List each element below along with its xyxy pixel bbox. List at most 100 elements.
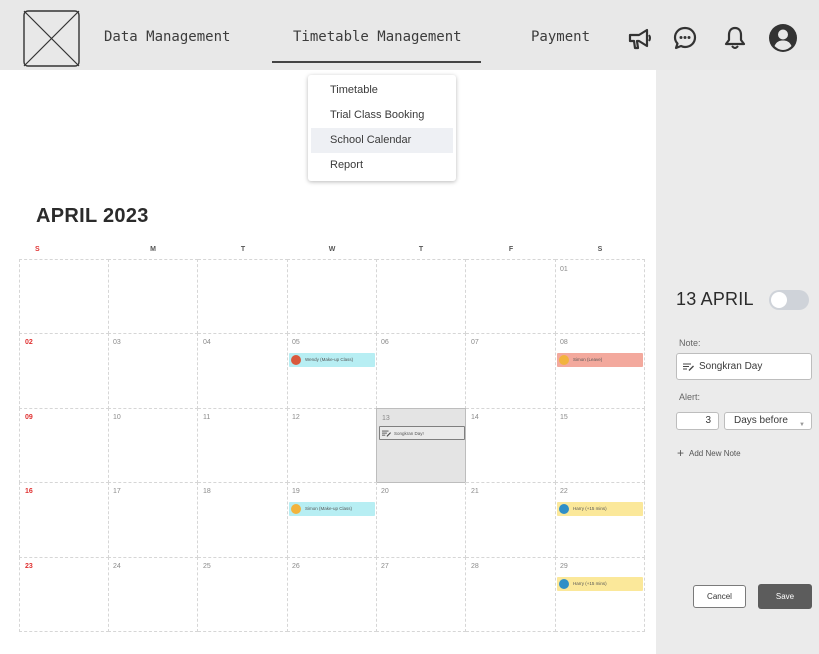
day-number: 23 <box>25 562 33 570</box>
weekday-label: T <box>418 246 424 253</box>
day-number: 28 <box>471 562 479 570</box>
save-button[interactable]: Save <box>758 584 812 609</box>
calendar-day-cell[interactable]: 19 Simon (Make-up Class) <box>287 482 377 558</box>
logo-placeholder-icon <box>23 10 80 67</box>
calendar-day-cell[interactable]: 26 <box>287 556 377 632</box>
weekday-label: T <box>240 246 246 253</box>
calendar-day-cell[interactable]: 04 <box>198 333 288 409</box>
day-number: 12 <box>292 413 300 421</box>
day-number: 25 <box>203 562 211 570</box>
calendar-empty-cell <box>287 259 377 335</box>
add-new-note-button[interactable]: + Add New Note <box>677 446 741 460</box>
student-avatar-icon <box>559 504 569 515</box>
day-number: 27 <box>381 562 389 570</box>
chat-icon[interactable] <box>671 24 699 52</box>
calendar-event-chip[interactable]: Simon (Make-up Class) <box>289 502 375 517</box>
calendar-day-cell[interactable]: 07 <box>466 333 556 409</box>
note-field[interactable]: Songkran Day <box>676 353 812 380</box>
day-number: 04 <box>203 339 211 347</box>
event-label: Songkran Day! <box>394 430 424 436</box>
calendar-note-chip[interactable]: Songkran Day! <box>379 425 465 440</box>
menu-item-timetable[interactable]: Timetable <box>311 78 453 103</box>
calendar-day-cell[interactable]: 24 <box>108 556 198 632</box>
note-label: Note: <box>679 338 701 348</box>
calendar-event-chip[interactable]: Harry (+15 mins) <box>557 576 643 591</box>
day-number: 02 <box>25 339 33 347</box>
day-number: 19 <box>292 488 300 496</box>
panel-date: 13 APRIL <box>676 289 754 309</box>
calendar-day-cell[interactable]: 17 <box>108 482 198 558</box>
calendar-day-cell[interactable]: 02 <box>19 333 109 409</box>
calendar-day-cell[interactable]: 10 <box>108 407 198 484</box>
day-number: 16 <box>25 488 33 496</box>
calendar-empty-cell <box>19 259 109 335</box>
calendar-day-cell[interactable]: 09 <box>19 407 109 484</box>
note-edit-icon <box>683 363 694 371</box>
day-number: 05 <box>292 339 300 347</box>
menu-item-trial-class-booking[interactable]: Trial Class Booking <box>311 103 453 128</box>
note-edit-icon <box>382 430 391 437</box>
calendar-day-cell[interactable]: 27 <box>376 556 466 632</box>
nav-payment[interactable]: Payment <box>531 29 590 45</box>
calendar-day-cell[interactable]: 08 Simon (Leave) <box>555 333 645 409</box>
calendar-day-cell[interactable]: 22 Harry (+15 mins) <box>555 482 645 558</box>
day-number: 26 <box>292 562 300 570</box>
day-number: 06 <box>381 339 389 347</box>
calendar-day-cell[interactable]: 29 Harry (+15 mins) <box>555 556 645 632</box>
calendar-day-cell[interactable]: 13 Songkran Day! <box>376 407 466 484</box>
event-label: Harry (+15 mins) <box>573 506 607 512</box>
calendar-day-cell[interactable]: 05 Wendy (Make-up Class) <box>287 333 377 409</box>
nav-timetable-management[interactable]: Timetable Management <box>293 29 462 45</box>
calendar-day-cell[interactable]: 03 <box>108 333 198 409</box>
day-number: 20 <box>381 488 389 496</box>
active-nav-underline <box>272 61 481 63</box>
calendar-day-cell[interactable]: 06 <box>376 333 466 409</box>
calendar-day-cell[interactable]: 12 <box>287 407 377 484</box>
weekday-label: W <box>328 246 336 253</box>
student-avatar-icon <box>559 578 569 589</box>
day-number: 18 <box>203 488 211 496</box>
calendar-day-cell[interactable]: 01 <box>555 259 645 335</box>
megaphone-icon[interactable] <box>626 24 654 52</box>
calendar-grid: 01 02 03 04 05 Wendy (Make-up Class) 06 07 08 Sim… <box>19 259 646 632</box>
holiday-toggle-switch[interactable] <box>769 290 809 310</box>
calendar-day-cell[interactable]: 25 <box>198 556 288 632</box>
calendar-day-cell[interactable]: 11 <box>198 407 288 484</box>
alert-number-field[interactable]: 3 <box>676 412 719 430</box>
calendar-day-cell[interactable]: 20 <box>376 482 466 558</box>
note-field-value: Songkran Day <box>699 361 763 372</box>
calendar-day-cell[interactable]: 23 <box>19 556 109 632</box>
nav-data-management[interactable]: Data Management <box>104 29 230 45</box>
student-avatar-icon <box>559 355 569 366</box>
menu-item-report[interactable]: Report <box>311 153 453 178</box>
calendar-event-chip[interactable]: Wendy (Make-up Class) <box>289 353 375 368</box>
event-label: Simon (Make-up Class) <box>305 506 353 512</box>
alert-unit-select[interactable]: Days before ▼ <box>724 412 812 430</box>
day-number: 29 <box>560 562 568 570</box>
calendar-event-chip[interactable]: Simon (Leave) <box>557 353 643 368</box>
calendar-day-cell[interactable]: 18 <box>198 482 288 558</box>
calendar-event-chip[interactable]: Harry (+15 mins) <box>557 502 643 517</box>
day-number: 13 <box>382 414 390 422</box>
calendar-day-cell[interactable]: 14 <box>466 407 556 484</box>
chevron-down-icon: ▼ <box>799 422 805 428</box>
add-new-note-label: Add New Note <box>689 449 741 458</box>
day-number: 07 <box>471 339 479 347</box>
calendar-day-cell[interactable]: 15 <box>555 407 645 484</box>
day-number: 15 <box>560 413 568 421</box>
day-number: 09 <box>25 413 33 421</box>
timetable-dropdown-menu: Timetable Trial Class Booking School Cal… <box>308 75 456 181</box>
calendar-empty-cell <box>376 259 466 335</box>
day-number: 21 <box>471 488 479 496</box>
calendar-empty-cell <box>466 259 556 335</box>
calendar-day-cell[interactable]: 28 <box>466 556 556 632</box>
day-number: 08 <box>560 339 568 347</box>
bell-icon[interactable] <box>721 24 749 52</box>
calendar-day-cell[interactable]: 21 <box>466 482 556 558</box>
user-account-icon[interactable] <box>768 23 798 53</box>
day-number: 14 <box>471 413 479 421</box>
calendar-empty-cell <box>198 259 288 335</box>
calendar-day-cell[interactable]: 16 <box>19 482 109 558</box>
menu-item-school-calendar[interactable]: School Calendar <box>311 128 453 153</box>
cancel-button[interactable]: Cancel <box>693 585 746 608</box>
